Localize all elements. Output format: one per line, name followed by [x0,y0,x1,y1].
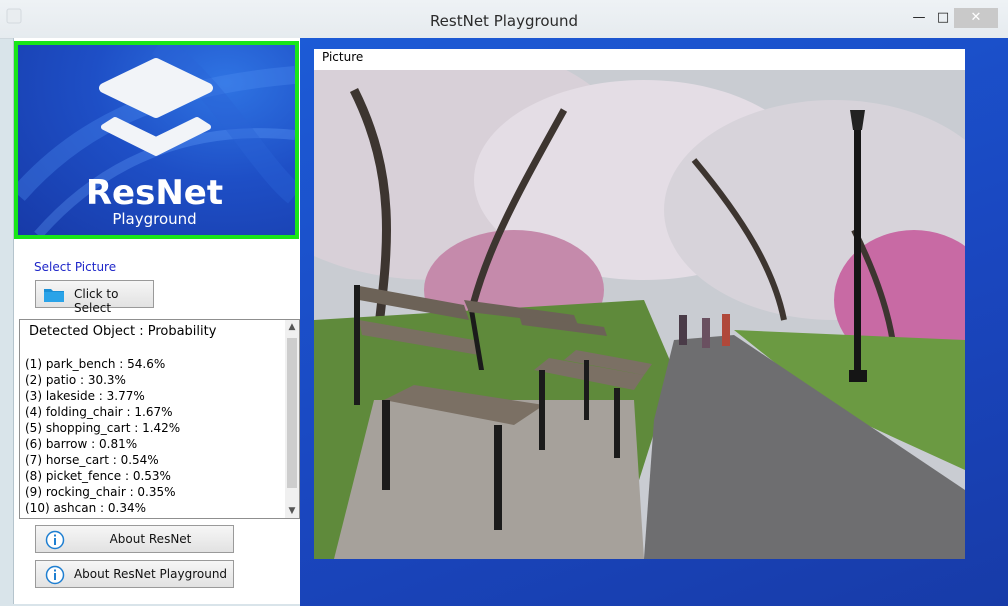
list-item: (1) park_bench : 54.6% [25,357,166,371]
click-to-select-label: Click to Select [74,287,119,315]
left-panel: ResNet Playground Select Picture Click t… [13,38,300,604]
logo-subtitle: Playground [112,210,197,228]
results-list[interactable]: Detected Object : Probability (1) park_b… [19,319,300,519]
scroll-up-icon[interactable]: ▲ [285,322,299,332]
results-scrollbar[interactable]: ▲ ▼ [285,320,299,518]
list-item: (10) ashcan : 0.34% [25,501,147,515]
list-item: (3) lakeside : 3.77% [25,389,145,403]
click-to-select-button[interactable]: Click to Select [35,280,154,315]
title-bar: RestNet Playground — □ ✕ [0,0,1008,39]
about-playground-button[interactable]: About ResNet Playground [35,560,234,588]
picture-area: Picture [300,38,1008,606]
window-title: RestNet Playground [429,12,579,30]
logo-title: ResNet [85,173,224,213]
list-item: (9) rocking_chair : 0.35% [25,485,176,499]
list-item: (5) shopping_cart : 1.42% [25,421,181,435]
close-button[interactable]: ✕ [954,8,998,28]
minimize-button[interactable]: — [906,8,932,28]
results-header: Detected Object : Probability [29,324,217,339]
results-rows: (1) park_bench : 54.6% (2) patio : 30.3%… [25,356,180,516]
select-picture-label: Select Picture [34,260,117,274]
scroll-thumb[interactable] [287,338,297,488]
layer-bottom-shape [101,117,211,156]
maximize-button[interactable]: □ [930,8,956,28]
selected-picture [314,70,965,559]
folder-icon [44,289,64,302]
about-resnet-button[interactable]: About ResNet [35,525,234,553]
list-item: (4) folding_chair : 1.67% [25,405,173,419]
picture-groupbox: Picture [314,49,965,559]
scroll-down-icon[interactable]: ▼ [285,506,299,516]
about-playground-label: About ResNet Playground [73,567,228,581]
about-resnet-label: About ResNet [109,532,192,546]
resnet-logo: ResNet Playground [14,41,299,239]
list-item: (7) horse_cart : 0.54% [25,453,159,467]
picture-caption: Picture [322,50,364,64]
park-bench-photo [314,70,965,559]
list-item: (6) barrow : 0.81% [25,437,138,451]
list-item: (2) patio : 30.3% [25,373,126,387]
list-item: (8) picket_fence : 0.53% [25,469,171,483]
